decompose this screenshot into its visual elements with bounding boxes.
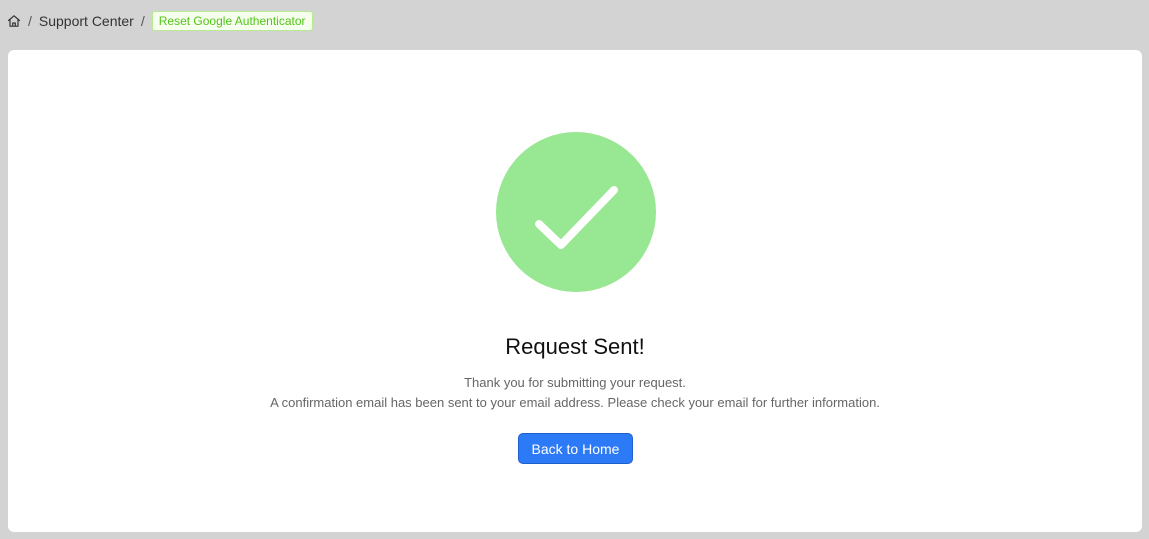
home-icon[interactable] <box>7 14 21 28</box>
breadcrumb-separator: / <box>140 12 145 29</box>
result-description: Thank you for submitting your request. A… <box>8 373 1142 413</box>
breadcrumb-support-center[interactable]: Support Center <box>39 13 134 29</box>
breadcrumb: / Support Center / Reset Google Authenti… <box>7 10 313 31</box>
back-to-home-button[interactable]: Back to Home <box>518 433 633 464</box>
check-icon <box>535 186 618 249</box>
result-title: Request Sent! <box>505 334 645 359</box>
result-line-2: A confirmation email has been sent to yo… <box>270 395 880 410</box>
success-icon-circle <box>496 132 656 292</box>
result-line-1: Thank you for submitting your request. <box>464 375 686 390</box>
breadcrumb-separator: / <box>28 12 32 29</box>
breadcrumb-current-tag: Reset Google Authenticator <box>151 10 313 31</box>
result-card: Request Sent! Thank you for submitting y… <box>8 50 1142 532</box>
